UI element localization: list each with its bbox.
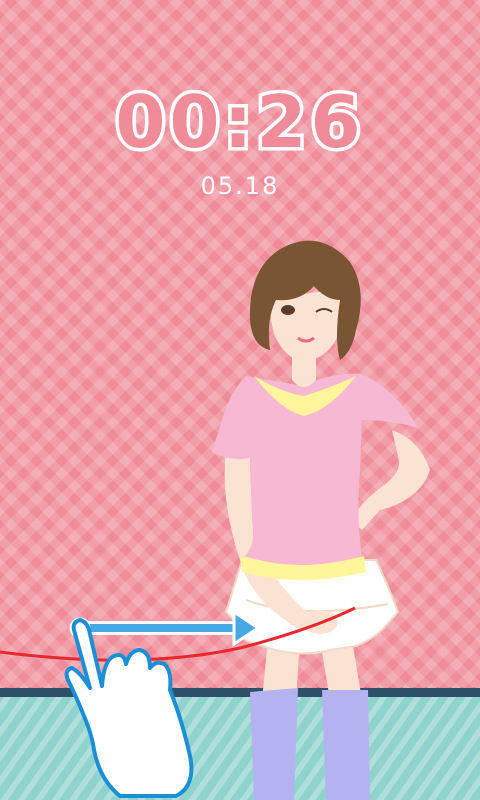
pointing-hand-icon — [64, 618, 194, 798]
unlock-gesture-hint — [0, 606, 356, 798]
right-arrow-icon — [69, 609, 261, 647]
lock-screen: 00:26 05.18 — [0, 0, 480, 800]
